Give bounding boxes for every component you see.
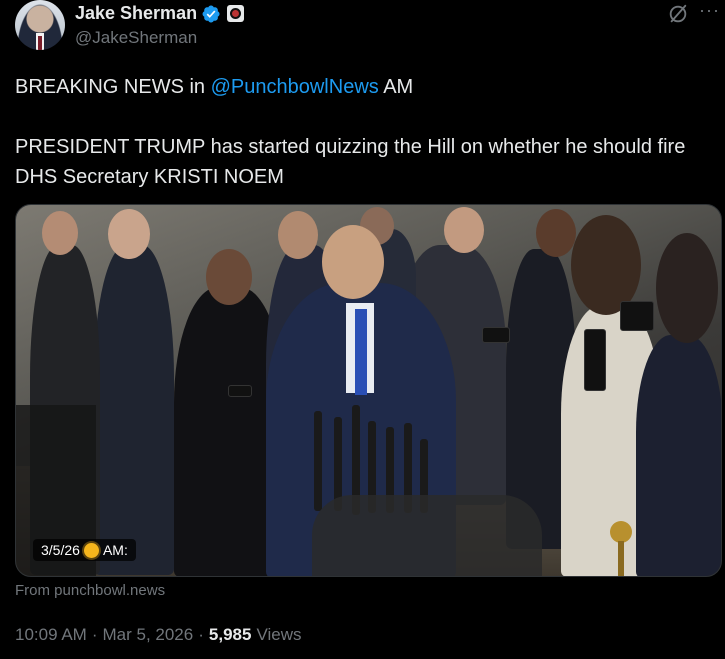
tweet-header: Jake Sherman @JakeSherman ··· bbox=[15, 0, 719, 55]
views-count: 5,985 bbox=[208, 625, 252, 644]
photo-person-head bbox=[42, 211, 78, 255]
photo-speaker-tie bbox=[355, 309, 367, 395]
photo-person-head bbox=[444, 207, 484, 253]
photo-person-head bbox=[656, 233, 718, 343]
meta-separator: · bbox=[91, 625, 98, 644]
verified-badge-icon[interactable] bbox=[201, 4, 221, 24]
photo-stanchion-pole bbox=[618, 541, 624, 576]
photo-timestamp-badge: 3/5/26 AM: bbox=[33, 539, 136, 561]
photo-person-head bbox=[206, 249, 252, 305]
photo-foreground-blur bbox=[312, 495, 542, 576]
author-display-name[interactable]: Jake Sherman bbox=[75, 3, 197, 24]
sun-icon bbox=[83, 542, 99, 558]
tweet-paragraph-2: PRESIDENT TRUMP has started quizzing the… bbox=[15, 136, 686, 188]
photo-phone bbox=[482, 327, 510, 343]
timestamp-date: 3/5/26 bbox=[41, 542, 80, 558]
more-options-icon[interactable]: ··· bbox=[699, 0, 720, 21]
photo-phone bbox=[620, 301, 654, 331]
photo-person-head bbox=[571, 215, 641, 315]
meta-separator: · bbox=[198, 625, 204, 644]
tweet-text: BREAKING NEWS in @PunchbowlNews AM PRESI… bbox=[15, 72, 710, 222]
avatar-tie bbox=[38, 36, 42, 50]
author-handle[interactable]: @JakeSherman bbox=[75, 28, 197, 48]
tweet-photo[interactable]: 3/5/26 AM: bbox=[15, 204, 722, 577]
photo-phone bbox=[584, 329, 606, 391]
grok-icon[interactable] bbox=[667, 3, 689, 25]
mention-link[interactable]: @PunchbowlNews bbox=[211, 76, 379, 98]
affiliate-logo-icon[interactable] bbox=[227, 5, 245, 22]
photo-person-head bbox=[536, 209, 576, 257]
tweet-time[interactable]: 10:09 AM bbox=[15, 625, 87, 645]
tweet-date[interactable]: Mar 5, 2026 bbox=[103, 625, 194, 645]
views-label: Views bbox=[256, 625, 302, 644]
photo-person-head bbox=[278, 211, 318, 259]
tweet-paragraph-1: BREAKING NEWS in @PunchbowlNews AM bbox=[15, 72, 710, 102]
photo-person-head bbox=[108, 209, 150, 259]
tweet-meta: 10:09 AM · Mar 5, 2026 · 5,985 Views bbox=[15, 625, 302, 645]
timestamp-suffix: AM: bbox=[102, 542, 128, 558]
photo-stanchion bbox=[610, 521, 632, 543]
photo-phone bbox=[228, 385, 252, 397]
tweet-line1-prefix: BREAKING NEWS in bbox=[15, 76, 211, 98]
author-name-row: Jake Sherman bbox=[75, 3, 245, 24]
tweet-line1-suffix: AM bbox=[378, 76, 414, 98]
photo-person bbox=[636, 335, 721, 576]
photo-microphone bbox=[314, 411, 322, 511]
avatar[interactable] bbox=[15, 0, 65, 50]
source-link[interactable]: From punchbowl.news bbox=[15, 582, 165, 599]
photo-speaker-head bbox=[322, 225, 384, 299]
photo-person bbox=[94, 245, 174, 575]
